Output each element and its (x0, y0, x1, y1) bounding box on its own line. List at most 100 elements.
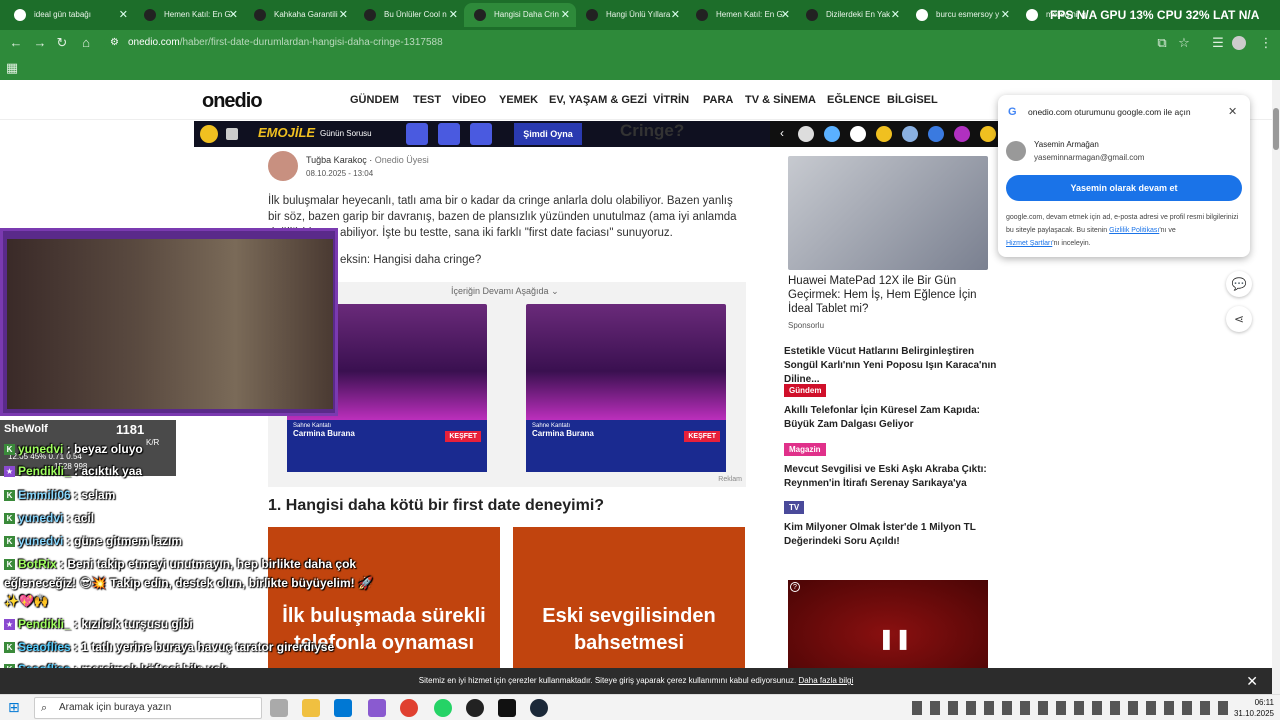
category-badge[interactable]: Magazin (784, 443, 826, 456)
account-avatar (1006, 141, 1026, 161)
browser-tab[interactable]: Hangi Ünlü Yıllara ✕ (576, 3, 686, 27)
file-explorer-icon[interactable] (302, 699, 320, 717)
nav-test[interactable]: TEST (413, 94, 441, 106)
author-avatar[interactable] (268, 151, 298, 181)
app-icon[interactable] (466, 699, 484, 717)
profile-avatar[interactable] (1232, 36, 1246, 50)
carousel-item-icon[interactable] (954, 126, 970, 142)
close-tab-icon[interactable]: ✕ (229, 3, 238, 27)
news-item[interactable]: Akıllı Telefonlar İçin Küresel Zam Kapıd… (784, 404, 1000, 432)
close-tab-icon[interactable]: ✕ (891, 3, 900, 27)
browser-tab[interactable]: Hemen Katıl: En G ✕ (686, 3, 796, 27)
windows-start-icon[interactable]: ⊞ (8, 699, 20, 716)
home-icon[interactable]: ⌂ (76, 33, 96, 53)
nav-para[interactable]: PARA (703, 94, 733, 106)
install-app-icon[interactable]: ⧉ (1152, 33, 1172, 53)
continue-below-label[interactable]: İçeriğin Devamı Aşağıda ⌄ (451, 286, 559, 297)
forward-icon[interactable]: → (30, 33, 50, 53)
browser-tab[interactable]: burcu esmersoy y ✕ (906, 3, 1016, 27)
cookie-close-icon[interactable]: ✕ (1246, 668, 1258, 694)
close-tab-icon[interactable]: ✕ (339, 3, 348, 27)
terms-link[interactable]: Hizmet Şartları (1006, 240, 1052, 247)
sponsored-card[interactable]: Huawei MatePad 12X ile Bir Gün Geçirmek:… (780, 150, 990, 335)
task-view-icon[interactable] (270, 699, 288, 717)
carousel-prev-icon[interactable]: ‹ (780, 126, 784, 140)
menu-kebab-icon[interactable]: ⋮ (1256, 33, 1276, 53)
cookie-more-info-link[interactable]: Daha fazla bilgi (799, 676, 854, 685)
system-tray-icons[interactable] (912, 701, 1232, 715)
close-tab-icon[interactable]: ✕ (561, 3, 570, 27)
browser-tab[interactable]: Hemen Katıl: En G ✕ (134, 3, 244, 27)
privacy-policy-link[interactable]: Gizlilik Politikası (1109, 227, 1159, 234)
nav-vitrin[interactable]: VİTRİN (653, 94, 689, 106)
steam-icon[interactable] (530, 699, 548, 717)
close-tab-icon[interactable]: ✕ (671, 3, 680, 27)
comments-icon[interactable]: 💬 (1226, 271, 1252, 297)
carousel-item-icon[interactable] (928, 126, 944, 142)
nav-eglence[interactable]: EĞLENCE (827, 94, 880, 106)
windows-taskbar: ⊞ ⌕ Aramak için buraya yazın 06:11 31.10… (0, 694, 1280, 720)
discord-icon[interactable] (368, 699, 386, 717)
back-icon[interactable]: ← (6, 33, 26, 53)
browser-tab[interactable]: Kahkaha Garantili ✕ (244, 3, 354, 27)
cookie-text: Sitemiz en iyi hizmet için çerezler kull… (418, 676, 797, 685)
outlook-icon[interactable] (334, 699, 352, 717)
carousel-item-icon[interactable] (824, 126, 840, 142)
apps-grid-icon[interactable]: ▦ (2, 58, 22, 78)
browser-tab-active[interactable]: Hangisi Daha Crin ✕ (464, 3, 576, 27)
chrome-icon[interactable] (400, 699, 418, 717)
browser-tab[interactable]: Dizilerdeki En Yak ✕ (796, 3, 906, 27)
browser-tab[interactable]: ideal gün tabağı ✕ (4, 3, 134, 27)
site-info-icon[interactable]: ⚙ (110, 32, 119, 54)
bookmark-star-icon[interactable]: ☆ (1174, 33, 1194, 53)
ad-cta-button[interactable]: KEŞFET (684, 431, 720, 442)
ad-cta-button[interactable]: KEŞFET (445, 431, 481, 442)
carousel-item-icon[interactable] (902, 126, 918, 142)
close-tab-icon[interactable]: ✕ (1001, 3, 1010, 27)
author-name[interactable]: Tuğba Karakoç (306, 155, 367, 165)
news-item[interactable]: Kim Milyoner Olmak İster'de 1 Milyon TL … (784, 521, 1000, 549)
reload-icon[interactable]: ↻ (52, 33, 72, 53)
kick-app-icon[interactable] (498, 699, 516, 717)
onedio-logo[interactable]: onedio (202, 90, 263, 113)
category-badge[interactable]: Gündem (784, 384, 827, 397)
nav-bilgisel[interactable]: BİLGİSEL (887, 94, 938, 106)
browser-tab[interactable]: Bu Ünlüler Cool n ✕ (354, 3, 464, 27)
share-icon[interactable]: ⋖ (1226, 306, 1252, 332)
whatsapp-icon[interactable] (434, 699, 452, 717)
continue-as-button[interactable]: Yasemin olarak devam et (1006, 175, 1242, 201)
nav-video[interactable]: VİDEO (452, 94, 486, 106)
taskbar-search-input[interactable]: ⌕ Aramak için buraya yazın (34, 697, 262, 719)
page-scrollbar[interactable] (1272, 80, 1280, 694)
info-icon[interactable]: ? (790, 582, 800, 592)
news-item[interactable]: Estetikle Vücut Hatlarını Belirginleştir… (784, 345, 1000, 387)
emoji-carousel: ‹ (770, 121, 1000, 147)
reading-list-icon[interactable]: ☰ (1208, 33, 1228, 53)
carousel-item-icon[interactable] (876, 126, 892, 142)
answer-option-2[interactable]: Eski sevgilisinden bahsetmesi (513, 527, 745, 668)
close-popup-icon[interactable]: ✕ (1228, 105, 1237, 118)
nav-ev-yasam-gezi[interactable]: EV, YAŞAM & GEZİ (549, 94, 647, 106)
close-tab-icon[interactable]: ✕ (449, 3, 458, 27)
google-g-icon: G (1008, 106, 1017, 118)
scrollbar-thumb[interactable] (1273, 108, 1279, 150)
nav-tv-sinema[interactable]: TV & SİNEMA (745, 94, 816, 106)
play-now-button[interactable]: Şimdi Oyna (514, 123, 582, 145)
carousel-item-icon[interactable] (980, 126, 996, 142)
taskbar-clock[interactable]: 06:11 31.10.2025 (1234, 697, 1274, 719)
game-icon (226, 128, 238, 140)
stats-kr-label: K/R (146, 438, 160, 447)
category-badge[interactable]: TV (784, 501, 805, 514)
sponsored-title[interactable]: Huawei MatePad 12X ile Bir Gün Geçirmek:… (788, 274, 984, 316)
address-bar[interactable]: ⚙ onedio.com/haber/first-date-durumlarda… (104, 32, 1144, 54)
carousel-item-icon[interactable] (850, 126, 866, 142)
close-tab-icon[interactable]: ✕ (781, 3, 790, 27)
carousel-item-icon[interactable] (798, 126, 814, 142)
pause-icon[interactable]: ❚❚ (878, 626, 912, 651)
nav-gundem[interactable]: GÜNDEM (350, 94, 399, 106)
nav-yemek[interactable]: YEMEK (499, 94, 538, 106)
ad-image[interactable]: Sahne Kantatı Carmina Burana KEŞFET (526, 304, 726, 472)
news-item[interactable]: Mevcut Sevgilisi ve Eski Aşkı Akraba Çık… (784, 463, 1000, 491)
close-tab-icon[interactable]: ✕ (119, 3, 128, 27)
popup-title: onedio.com oturumunu google.com ile açın (1028, 107, 1191, 117)
